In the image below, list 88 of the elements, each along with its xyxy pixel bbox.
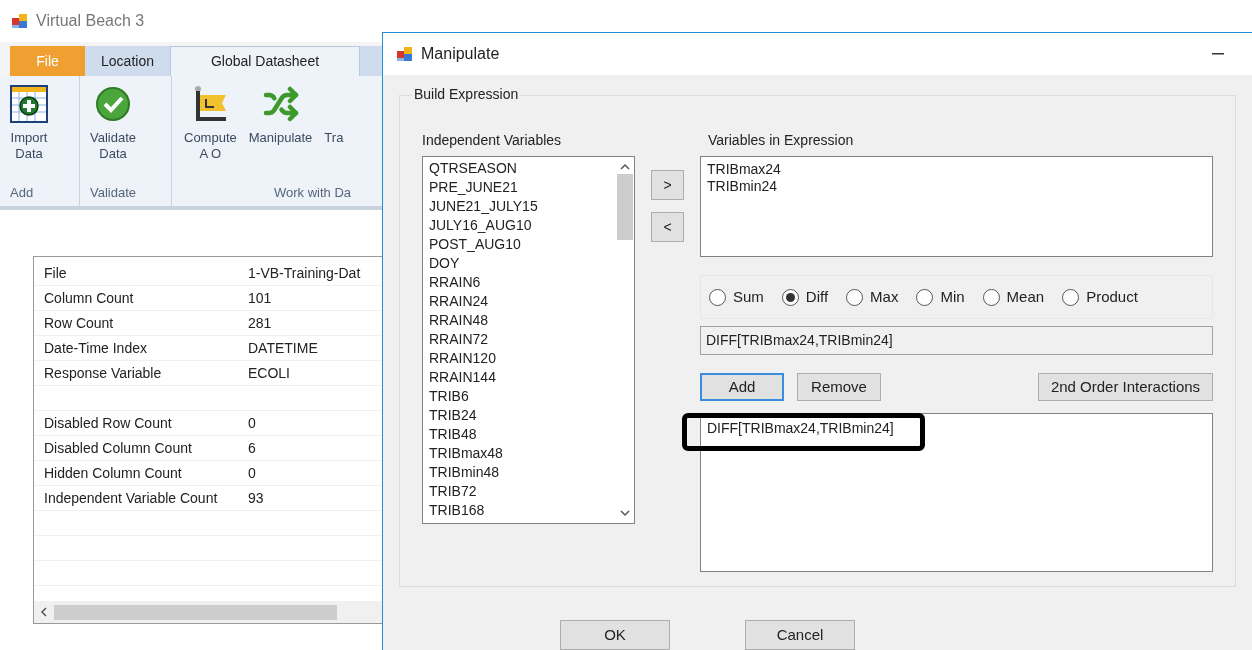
list-item[interactable]: JUNE21_JULY15 — [429, 197, 616, 216]
list-item[interactable]: TRIB48 — [429, 425, 616, 444]
minimize-icon[interactable] — [1212, 53, 1224, 55]
field-label: Independent Variables — [422, 131, 563, 150]
property-name: Column Count — [43, 288, 135, 308]
list-item[interactable]: RRAIN72 — [429, 330, 616, 349]
dialog-button[interactable]: OK — [560, 620, 670, 650]
list-item[interactable]: TRIBmin48 — [429, 463, 616, 482]
property-name: Independent Variable Count — [43, 488, 219, 508]
list-item[interactable]: TRIB6 — [429, 387, 616, 406]
list-item[interactable]: JULY16_AUG10 — [429, 216, 616, 235]
radio-button[interactable] — [916, 288, 934, 306]
property-value: ECOLI — [247, 363, 290, 383]
ribbon-button[interactable]: Import Data — [10, 84, 48, 162]
ribbon-button[interactable]: Tra — [324, 84, 344, 162]
property-value: 0 — [247, 463, 256, 483]
ribbon-button[interactable]: Manipulate — [248, 84, 313, 162]
property-name: Disabled Column Count — [43, 438, 193, 458]
app-icon — [12, 13, 28, 29]
property-value: DATETIME — [247, 338, 318, 358]
scrollbar-thumb[interactable] — [617, 174, 633, 240]
ribbon-group-label: Work with Da — [273, 183, 353, 202]
ribbon-tab[interactable]: Global Datasheet — [170, 46, 360, 76]
scroll-up-icon[interactable] — [620, 163, 630, 170]
list-item[interactable]: PRE_JUNE21 — [429, 178, 616, 197]
results-list[interactable]: DIFF[TRIBmax24,TRIBmin24] — [700, 413, 1213, 572]
interactions-button[interactable]: 2nd Order Interactions — [1038, 373, 1213, 401]
action-button[interactable]: Remove — [797, 373, 881, 401]
list-item[interactable]: DIFF[TRIBmax24,TRIBmin24] — [707, 420, 894, 437]
property-name: Date-Time Index — [43, 338, 148, 358]
dialog-title: Manipulate — [421, 44, 501, 64]
list-item[interactable]: TRIB168 — [429, 501, 616, 520]
list-item[interactable]: TRIB72 — [429, 482, 616, 501]
window-title: Virtual Beach 3 — [36, 11, 145, 31]
radio-button[interactable] — [781, 288, 799, 306]
scroll-left-icon[interactable] — [40, 607, 48, 617]
property-name: Disabled Row Count — [43, 413, 173, 433]
list-item[interactable]: RRAIN24 — [429, 292, 616, 311]
property-name: Row Count — [43, 313, 115, 333]
property-value: 1-VB-Training-Dat — [247, 263, 361, 283]
field-label: Variables in Expression — [707, 131, 855, 150]
table-plus-icon — [10, 85, 48, 123]
ribbon-button[interactable]: Validate Data — [90, 84, 136, 162]
property-value: 101 — [247, 288, 272, 308]
list-item[interactable]: RRAIN48 — [429, 311, 616, 330]
scroll-down-icon[interactable] — [620, 510, 630, 517]
property-value: 93 — [247, 488, 264, 508]
radio-button[interactable] — [1062, 288, 1080, 306]
ribbon-button[interactable]: Compute A O — [184, 84, 237, 162]
list-item[interactable]: TRIBmax24 — [707, 161, 1212, 178]
list-item[interactable]: DOY — [429, 254, 616, 273]
dialog-button[interactable]: Cancel — [745, 620, 855, 650]
expression-variables-list[interactable]: TRIBmax24 TRIBmin24 — [700, 156, 1213, 257]
independent-variables-list[interactable]: QTRSEASON PRE_JUNE21 JUNE21_JULY15 JULY16_AUG10 POST_AUG10 DOY RRAIN6 RRAIN24 RRAIN48 RRAIN72 RRAIN120 RRAIN144 TRIB6 TRIB24 TRIB48 TRIBmax48 TRIBmin48 TRIB72 TRIB168 — [422, 156, 635, 524]
radio-label: Max — [870, 286, 899, 307]
radio-label: Sum — [733, 286, 764, 307]
radio-button[interactable] — [846, 288, 864, 306]
radio-label: Product — [1086, 286, 1138, 307]
move-button[interactable]: < — [651, 212, 684, 242]
list-item[interactable]: RRAIN6 — [429, 273, 616, 292]
property-value: 281 — [247, 313, 272, 333]
radio-button[interactable] — [982, 288, 1000, 306]
property-value: 0 — [247, 413, 256, 433]
list-item[interactable]: TRIB24 — [429, 406, 616, 425]
expression-field[interactable]: DIFF[TRIBmax24,TRIBmin24] — [700, 326, 1213, 355]
list-item[interactable]: RRAIN120 — [429, 349, 616, 368]
radio-button[interactable] — [709, 288, 726, 306]
property-name: Response Variable — [43, 363, 163, 383]
list-item[interactable]: RRAIN144 — [429, 368, 616, 387]
radio-label: Diff — [805, 286, 829, 307]
radio-label: Mean — [1006, 286, 1045, 307]
app-icon — [397, 46, 413, 62]
ribbon-group-label: Add — [10, 183, 35, 202]
property-name: File — [43, 263, 68, 283]
ribbon-group-label: Validate — [90, 183, 137, 202]
list-item[interactable]: TRIBmax48 — [429, 444, 616, 463]
move-button[interactable]: > — [651, 170, 684, 200]
list-item[interactable]: POST_AUG10 — [429, 235, 616, 254]
action-button[interactable]: Add — [700, 373, 784, 401]
radio-label: Min — [940, 286, 965, 307]
list-item[interactable]: TRIBmin24 — [707, 178, 1212, 195]
property-name: Hidden Column Count — [43, 463, 183, 483]
ribbon-tab[interactable]: Location — [85, 46, 170, 76]
shuffle-icon — [262, 86, 299, 122]
check-circle-icon — [95, 86, 131, 122]
scrollbar-thumb[interactable] — [54, 604, 337, 620]
property-value: 6 — [247, 438, 256, 458]
list-item[interactable]: QTRSEASON — [429, 159, 616, 178]
